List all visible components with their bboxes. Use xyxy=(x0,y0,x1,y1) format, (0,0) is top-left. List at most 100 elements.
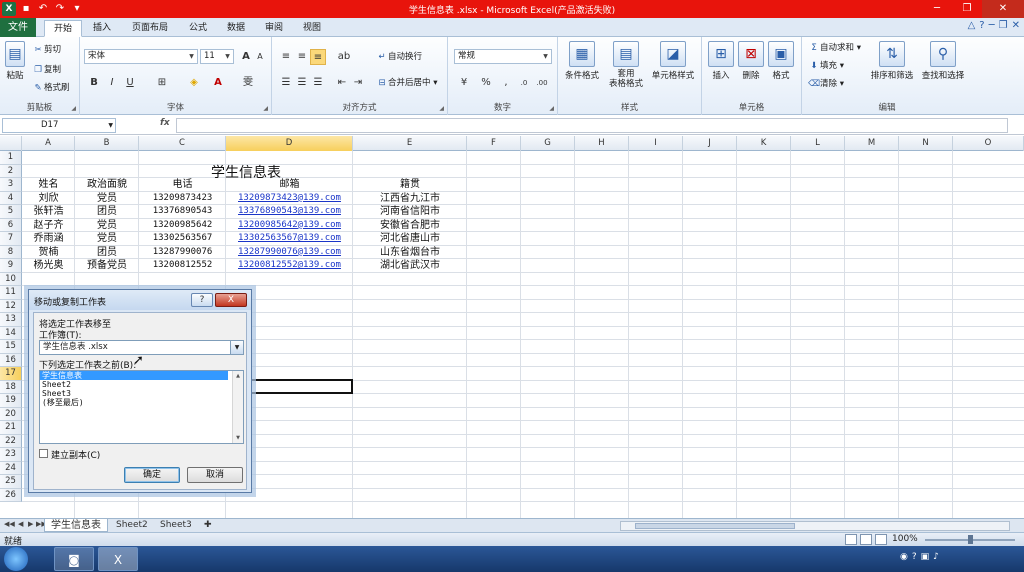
sort-filter-button[interactable]: ⇅ 排序和筛选 xyxy=(868,41,916,81)
number-format-select[interactable]: 常规 ▼ xyxy=(454,49,552,64)
network-icon[interactable]: ▣ xyxy=(921,552,930,562)
decrease-indent-icon[interactable]: ⇤ xyxy=(334,75,350,91)
align-bottom-icon[interactable]: ≡ xyxy=(310,49,326,65)
cell[interactable]: 党员 xyxy=(75,219,139,232)
format-as-table-button[interactable]: ▤ 套用 表格格式 xyxy=(604,41,648,89)
zoom-slider-knob[interactable] xyxy=(968,535,973,544)
row-header-16[interactable]: 16 xyxy=(0,353,22,367)
cell[interactable]: 电话 xyxy=(139,178,226,191)
tab-file[interactable]: 文件 xyxy=(0,18,36,37)
column-header-k[interactable]: K xyxy=(737,136,791,151)
tab-insert[interactable]: 插入 xyxy=(86,20,118,37)
number-launcher-icon[interactable]: ◢ xyxy=(549,105,554,112)
row-header-8[interactable]: 8 xyxy=(0,245,22,259)
percent-icon[interactable]: % xyxy=(478,75,494,91)
cell[interactable]: 13200812552 xyxy=(139,259,226,272)
row-header-6[interactable]: 6 xyxy=(0,218,22,232)
horizontal-scrollbar[interactable] xyxy=(620,521,1010,531)
row-header-11[interactable]: 11 xyxy=(0,286,22,300)
close-icon[interactable]: ✕ xyxy=(982,0,1024,18)
tab-formulas[interactable]: 公式 xyxy=(182,20,214,37)
taskbar-excel-icon[interactable]: X xyxy=(98,547,138,571)
row-header-7[interactable]: 7 xyxy=(0,232,22,246)
sheet-tab-1[interactable]: 学生信息表 xyxy=(44,519,108,532)
list-scrollbar[interactable]: ▲ ▼ xyxy=(232,371,243,443)
before-sheet-list[interactable]: 学生信息表 Sheet2 Sheet3 (移至最后) ▲ ▼ xyxy=(39,370,244,444)
help-icon[interactable]: ? xyxy=(979,20,984,31)
column-header-d[interactable]: D xyxy=(226,136,353,151)
create-copy-checkbox[interactable] xyxy=(39,449,48,458)
decrease-decimal-icon[interactable]: .00 xyxy=(534,75,550,91)
orientation-icon[interactable]: ab xyxy=(336,49,352,65)
align-right-icon[interactable]: ☰ xyxy=(310,75,326,91)
font-name-select[interactable]: 宋体 ▼ xyxy=(84,49,198,64)
tab-review[interactable]: 审阅 xyxy=(258,20,290,37)
cell[interactable]: 安徽省合肥市 xyxy=(353,219,467,232)
find-select-button[interactable]: ⚲ 查找和选择 xyxy=(918,41,968,81)
column-header-i[interactable]: I xyxy=(629,136,683,151)
cell[interactable]: 13287990076@139.com xyxy=(226,246,353,259)
normal-view-icon[interactable] xyxy=(845,534,857,545)
row-header-24[interactable]: 24 xyxy=(0,461,22,475)
scroll-thumb[interactable] xyxy=(635,523,795,529)
row-header-22[interactable]: 22 xyxy=(0,434,22,448)
font-launcher-icon[interactable]: ◢ xyxy=(263,105,268,112)
sheet-tab-3[interactable]: Sheet3 xyxy=(154,519,198,532)
italic-icon[interactable]: I xyxy=(104,75,120,91)
column-header-h[interactable]: H xyxy=(575,136,629,151)
row-header-23[interactable]: 23 xyxy=(0,448,22,462)
fill-color-icon[interactable]: ◈ xyxy=(186,75,202,91)
bold-icon[interactable]: B xyxy=(86,75,102,91)
cell[interactable]: 团员 xyxy=(75,205,139,218)
new-sheet-icon[interactable]: ✚ xyxy=(198,519,218,532)
fill-button[interactable]: ⬇ 填充 ▾ xyxy=(808,59,844,73)
delete-cells-button[interactable]: ⊠ 删除 xyxy=(736,41,766,81)
cell[interactable]: 13200985642 xyxy=(139,219,226,232)
cell-styles-button[interactable]: ◪ 单元格样式 xyxy=(648,41,698,81)
row-header-19[interactable]: 19 xyxy=(0,394,22,408)
cell[interactable]: 13200985642@139.com xyxy=(226,219,353,232)
align-middle-icon[interactable]: ≡ xyxy=(294,49,310,65)
column-header-m[interactable]: M xyxy=(845,136,899,151)
increase-decimal-icon[interactable]: .0 xyxy=(516,75,532,91)
column-header-j[interactable]: J xyxy=(683,136,737,151)
conditional-format-button[interactable]: ▦ 条件格式 xyxy=(562,41,602,81)
font-color-icon[interactable]: A xyxy=(210,75,226,91)
column-header-c[interactable]: C xyxy=(139,136,226,151)
taskbar-app-icon[interactable]: ◙ xyxy=(54,547,94,571)
row-header-3[interactable]: 3 xyxy=(0,178,22,192)
clear-button[interactable]: ⌫清除 ▾ xyxy=(808,77,844,91)
insert-cells-button[interactable]: ⊞ 插入 xyxy=(706,41,736,81)
column-header-n[interactable]: N xyxy=(899,136,953,151)
insert-function-icon[interactable]: fx xyxy=(160,118,170,128)
format-painter-button[interactable]: ✎ 格式刷 xyxy=(32,81,69,95)
zoom-level[interactable]: 100% xyxy=(892,534,918,544)
row-header-25[interactable]: 25 xyxy=(0,475,22,489)
border-icon[interactable]: ⊞ xyxy=(154,75,170,91)
cell[interactable]: 河南省信阳市 xyxy=(353,205,467,218)
cell[interactable]: 贺楠 xyxy=(22,246,75,259)
prev-sheet-icon[interactable]: ◀ xyxy=(18,520,23,528)
cell[interactable]: 乔雨涵 xyxy=(22,232,75,245)
cell[interactable]: 政治面貌 xyxy=(75,178,139,191)
cell[interactable]: 团员 xyxy=(75,246,139,259)
cell[interactable]: 13200812552@139.com xyxy=(226,259,353,272)
copy-button[interactable]: ❐ 复制 xyxy=(32,63,61,77)
cell[interactable]: 13302563567 xyxy=(139,232,226,245)
alignment-launcher-icon[interactable]: ◢ xyxy=(439,105,444,112)
restore-doc-icon[interactable]: ❐ xyxy=(999,20,1008,31)
cell[interactable]: 13209873423@139.com xyxy=(226,192,353,205)
column-header-b[interactable]: B xyxy=(75,136,139,151)
minimize-ribbon-icon[interactable]: △ xyxy=(968,20,976,31)
row-header-13[interactable]: 13 xyxy=(0,313,22,327)
merge-center-button[interactable]: ⊟ 合并后居中 ▾ xyxy=(376,76,437,90)
help-icon[interactable]: ? xyxy=(912,552,917,562)
cell[interactable]: 张轩浩 xyxy=(22,205,75,218)
cell[interactable]: 预备党员 xyxy=(75,259,139,272)
row-header-9[interactable]: 9 xyxy=(0,259,22,273)
row-header-21[interactable]: 21 xyxy=(0,421,22,435)
row-header-26[interactable]: 26 xyxy=(0,488,22,502)
cancel-button[interactable]: 取消 xyxy=(187,467,243,483)
formula-input[interactable] xyxy=(176,118,1008,133)
list-item[interactable]: Sheet3 xyxy=(40,389,243,398)
